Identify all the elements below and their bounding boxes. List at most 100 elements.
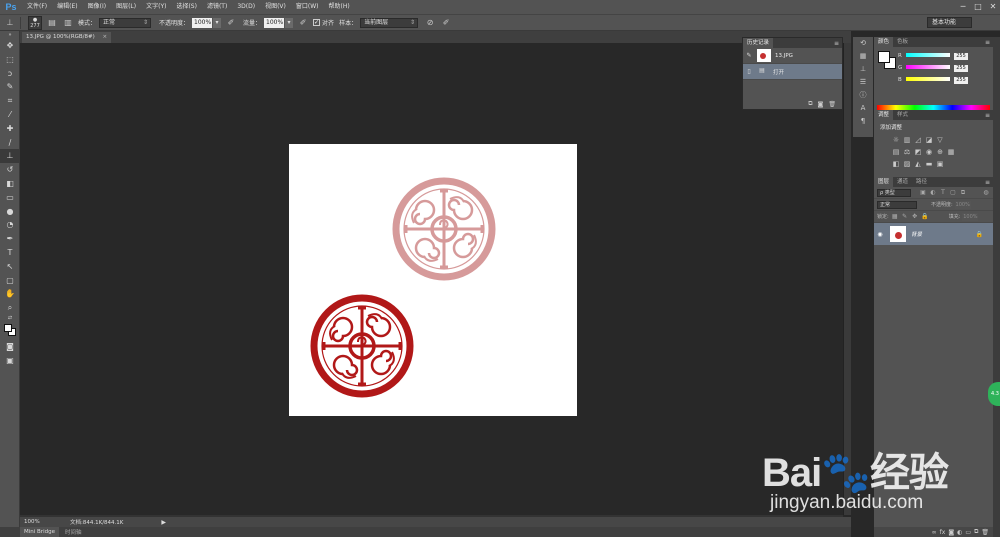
zoom-level[interactable]: 100% (20, 519, 42, 525)
layer-kind-filter[interactable]: ρ 类型 (877, 188, 911, 197)
color-swatches[interactable] (0, 322, 20, 340)
green-value[interactable]: 255 (954, 64, 968, 72)
panel-menu-icon[interactable]: ≡ (834, 40, 839, 47)
tab-channels[interactable]: 通道 (893, 177, 912, 187)
menu-3d[interactable]: 3D(D) (232, 0, 260, 14)
document-tab[interactable]: 13.JPG @ 100%(RGB/8#) × (22, 32, 112, 43)
tab-layers[interactable]: 图层 (874, 177, 894, 187)
filter-shape-icon[interactable]: ▢ (949, 189, 957, 197)
menu-select[interactable]: 选择(S) (171, 0, 202, 14)
panel-menu-icon[interactable]: ≡ (985, 39, 990, 46)
new-adjustment-layer-icon[interactable]: ◐ (957, 529, 962, 536)
red-slider[interactable] (906, 53, 950, 57)
layer-style-icon[interactable]: fx (940, 529, 946, 536)
crop-tool-icon[interactable]: ⌗ (0, 94, 20, 108)
exposure-icon[interactable]: ◪ (925, 136, 933, 144)
opacity-dropdown[interactable]: ▾ (213, 17, 222, 28)
layer-opacity-field[interactable]: 100% (954, 200, 971, 209)
menu-edit[interactable]: 编辑(E) (52, 0, 82, 14)
visibility-eye-icon[interactable]: ◉ (874, 231, 886, 238)
pressure-size-icon[interactable]: ✐ (440, 17, 452, 29)
lock-all-icon[interactable]: 🔒 (921, 213, 929, 221)
eraser-tool-icon[interactable]: ◧ (0, 177, 20, 191)
eyedropper-tool-icon[interactable]: ⁄ (0, 108, 20, 122)
brush-panel-icon[interactable]: ▦ (853, 50, 873, 63)
new-document-from-state-icon[interactable]: ⧉ (808, 100, 812, 108)
menu-help[interactable]: 帮助(H) (324, 0, 355, 14)
panel-menu-icon[interactable]: ≡ (985, 179, 990, 186)
lasso-tool-icon[interactable]: ↄ (0, 67, 20, 81)
ignore-adjustment-layers-icon[interactable]: ⊘ (424, 17, 436, 29)
foreground-color-swatch[interactable] (878, 51, 890, 63)
tab-timeline[interactable]: 时间轴 (59, 528, 88, 536)
lock-image-icon[interactable]: ✎ (901, 213, 909, 221)
history-brush-source-icon[interactable]: ▯ (743, 68, 755, 75)
close-document-icon[interactable]: × (103, 34, 108, 40)
minimize-button[interactable]: ─ (958, 2, 968, 12)
filter-toggle-icon[interactable]: ◍ (982, 189, 990, 197)
blue-slider[interactable] (906, 77, 950, 81)
document-canvas[interactable] (289, 144, 577, 416)
blue-value[interactable]: 255 (954, 76, 968, 84)
menu-type[interactable]: 文字(Y) (141, 0, 171, 14)
character-panel-icon[interactable]: A (853, 102, 873, 115)
menu-view[interactable]: 视图(V) (260, 0, 291, 14)
layer-row-background[interactable]: ◉ 背景 🔒 (874, 223, 993, 245)
menu-window[interactable]: 窗口(W) (291, 0, 324, 14)
close-window-button[interactable]: ✕ (988, 2, 998, 12)
lock-position-icon[interactable]: ✥ (911, 213, 919, 221)
quick-select-tool-icon[interactable]: ✎ (0, 80, 20, 94)
new-snapshot-icon[interactable]: ◙ (818, 101, 824, 108)
foreground-color-swatch[interactable] (4, 323, 12, 332)
layer-name[interactable]: 背景 (911, 230, 922, 238)
dodge-tool-icon[interactable]: ◔ (0, 218, 20, 232)
gradient-tool-icon[interactable]: ▭ (0, 191, 20, 205)
new-group-icon[interactable]: ▭ (965, 529, 971, 536)
red-value[interactable]: 255 (954, 52, 968, 60)
tab-styles[interactable]: 样式 (893, 110, 912, 120)
delete-state-icon[interactable]: 🗑 (828, 101, 836, 108)
delete-layer-icon[interactable]: 🗑 (981, 529, 989, 536)
history-brush-source-icon[interactable]: ✎ (743, 52, 755, 59)
move-tool-icon[interactable]: ✥ (0, 39, 20, 53)
photo-filter-icon[interactable]: ◉ (925, 148, 933, 156)
history-step-row[interactable]: ▯ ▤ 打开 (743, 64, 842, 80)
color-balance-icon[interactable]: ⚖ (903, 148, 911, 156)
history-snapshot-row[interactable]: ✎ 13.JPG (743, 48, 842, 64)
hand-tool-icon[interactable]: ✋ (0, 287, 20, 301)
filter-smart-object-icon[interactable]: ⧉ (959, 189, 967, 197)
clone-stamp-tool-icon[interactable]: ⊥ (4, 17, 16, 29)
link-layers-icon[interactable]: ∞ (932, 529, 937, 536)
clone-stamp-tool-icon[interactable]: ⊥ (0, 149, 20, 164)
flow-dropdown[interactable]: ▾ (285, 17, 294, 28)
black-white-icon[interactable]: ◩ (914, 148, 922, 156)
filter-type-icon[interactable]: T (939, 189, 947, 197)
airbrush-icon[interactable]: ✐ (297, 17, 309, 29)
info-panel-icon[interactable]: ⓘ (853, 89, 873, 102)
zoom-tool-icon[interactable]: ⌕ (0, 301, 20, 315)
aligned-checkbox[interactable]: ✓ (313, 19, 321, 26)
lock-transparent-icon[interactable]: ▦ (891, 213, 899, 221)
marquee-tool-icon[interactable]: ⬚ (0, 53, 20, 67)
clone-source-icon[interactable]: ⊥ (853, 63, 873, 76)
brush-preset-picker[interactable]: ● 277 (28, 15, 42, 30)
levels-icon[interactable]: ▥ (903, 136, 911, 144)
color-lookup-icon[interactable]: ▦ (947, 148, 955, 156)
menu-image[interactable]: 图像(I) (83, 0, 111, 14)
path-select-tool-icon[interactable]: ↖ (0, 260, 20, 274)
new-layer-icon[interactable]: ⧉ (974, 528, 978, 536)
mode-select[interactable]: 正常 (99, 17, 152, 28)
healing-brush-tool-icon[interactable]: ✚ (0, 122, 20, 136)
screen-mode-icon[interactable]: ▣ (0, 354, 20, 368)
toggle-brush-panel-icon[interactable]: ▤ (46, 17, 58, 29)
sample-select[interactable]: 当前图层 (360, 17, 419, 28)
tab-paths[interactable]: 路径 (912, 177, 931, 187)
blend-mode-select[interactable]: 正常 (877, 200, 917, 209)
curves-icon[interactable]: ◿ (914, 136, 922, 144)
panel-menu-icon[interactable]: ≡ (985, 112, 990, 119)
opacity-field[interactable]: 100% (192, 17, 213, 28)
properties-panel-icon[interactable]: ☰ (853, 76, 873, 89)
toolbar-grip-icon[interactable]: » (0, 31, 20, 39)
tab-mini-bridge[interactable]: Mini Bridge (20, 527, 59, 537)
maximize-button[interactable]: □ (973, 2, 983, 12)
